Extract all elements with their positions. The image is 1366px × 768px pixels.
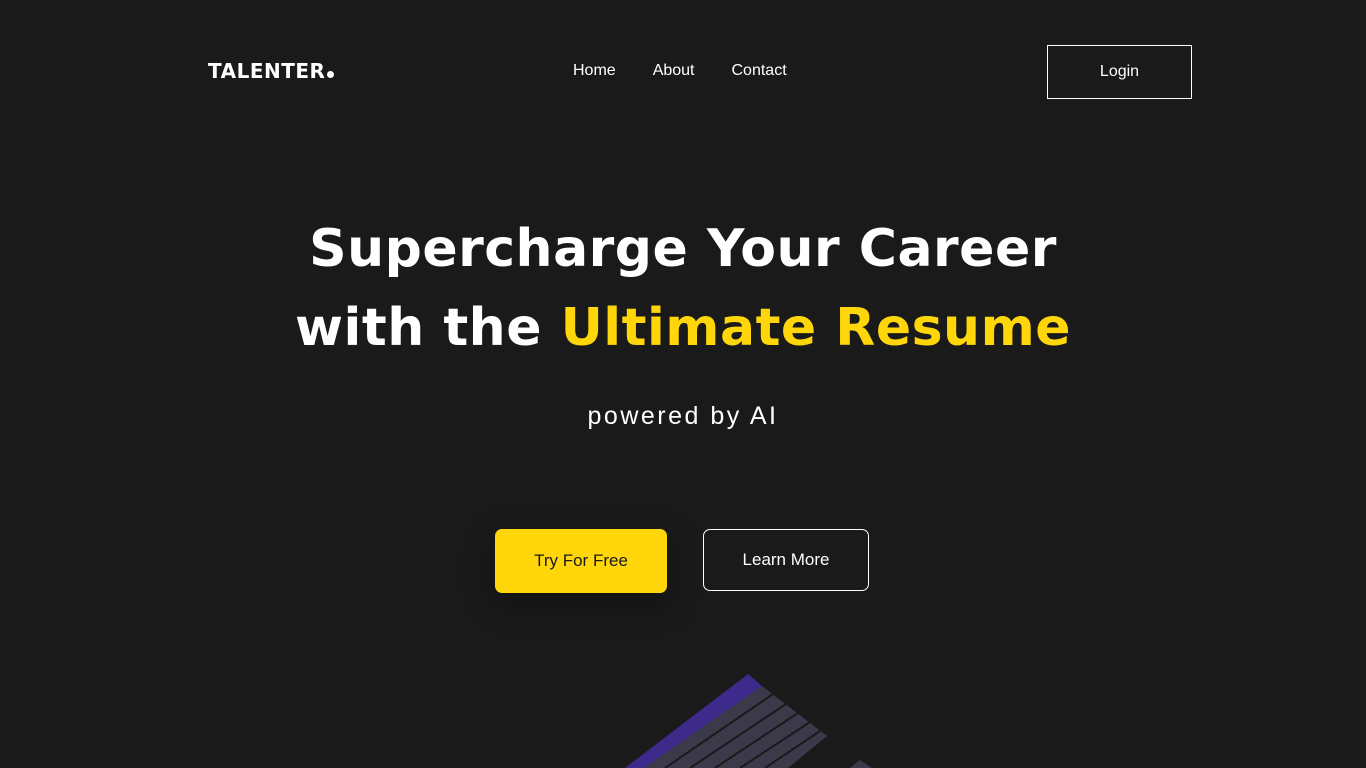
login-button[interactable]: Login xyxy=(1047,45,1192,99)
nav-home-link[interactable]: Home xyxy=(573,60,616,82)
main-nav: Home About Contact xyxy=(573,60,787,82)
brand-logo[interactable]: TALENTER xyxy=(208,58,335,84)
try-for-free-button[interactable]: Try For Free xyxy=(495,529,667,593)
brand-logo-text: TALENTER xyxy=(208,59,326,83)
hero-title-line2-prefix: with the xyxy=(294,298,561,358)
hero-subtitle: powered by AI xyxy=(587,402,779,430)
dot-icon xyxy=(327,71,335,78)
landing-page: TALENTER Home About Contact Login Superc… xyxy=(0,0,1366,768)
hero-title-accent: Ultimate Resume xyxy=(560,298,1072,358)
illustration-corner xyxy=(850,760,872,768)
resume-illustration xyxy=(625,674,872,768)
nav-contact-link[interactable]: Contact xyxy=(732,60,787,82)
learn-more-button[interactable]: Learn More xyxy=(703,529,869,591)
hero-title: Supercharge Your Career with the Ultimat… xyxy=(0,210,1366,368)
hero-title-line1: Supercharge Your Career xyxy=(309,219,1057,279)
nav-about-link[interactable]: About xyxy=(653,60,695,82)
